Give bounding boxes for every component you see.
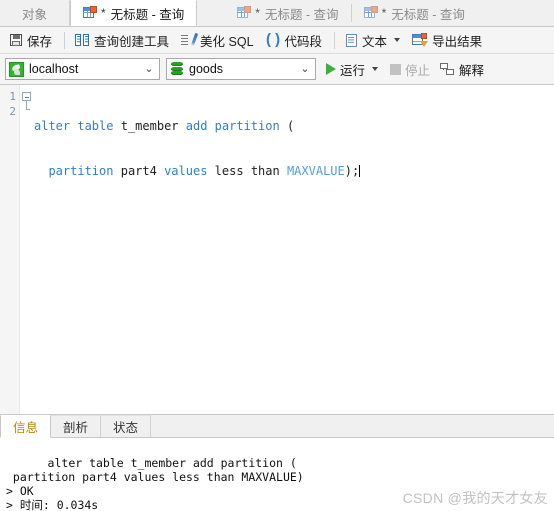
sql-paren-open: ( [286,119,295,133]
sql-keyword-partition: partition [48,164,114,178]
tab-status-label: 状态 [113,421,139,435]
text-document-icon [345,33,358,47]
sql-keyword-partition: partition [214,119,280,133]
fold-branch-icon [26,101,30,110]
code-snippet-label: 代码段 [284,34,323,49]
mysql-connection-icon [9,61,24,77]
toolbar-divider [64,31,66,49]
connection-select[interactable]: localhost ⌄ [5,58,160,80]
beautify-pen-icon [181,32,199,47]
sql-keyword-alter: alter [34,119,71,133]
tab-query-2[interactable]: * 无标题 - 查询 [225,0,351,26]
sql-editor[interactable]: 1 2 alter table t_member add partition (… [0,85,554,415]
save-button[interactable]: 保存 [4,30,59,50]
parentheses-icon: ( ) [265,31,281,48]
message-log-text: alter table t_member add partition ( par… [6,456,304,511]
tab-query-2-label: 无标题 - 查询 [264,7,339,22]
tab-query-1-label: 无标题 - 查询 [110,7,185,22]
code-snippet-button[interactable]: ( ) 代码段 [261,30,330,50]
export-result-icon [412,33,429,47]
text-mode-label: 文本 [362,34,388,49]
sql-keyword-less: less [214,164,244,178]
tab-query-3[interactable]: * 无标题 - 查询 [351,0,477,26]
beautify-sql-button[interactable]: 美化 SQL [176,30,261,50]
sql-keyword-add: add [185,119,208,133]
connection-toolbar: localhost ⌄ goods ⌄ 运行 停止 解释 [0,54,554,85]
tab-objects-label: 对象 [21,7,47,22]
stop-button: 停止 [386,58,434,81]
result-tab-bar: 信息 剖析 状态 [0,415,554,438]
tab-profile[interactable]: 剖析 [51,415,102,437]
tab-profile-label: 剖析 [63,421,89,435]
query-grid-icon [363,6,378,20]
query-grid-icon [237,6,252,20]
sql-statement-tail: ); [344,164,360,178]
connection-select-value: localhost [29,62,79,76]
explain-button[interactable]: 解释 [436,58,488,81]
watermark: CSDN @我的天才女友 [402,490,548,506]
query-editor-window: 对象 * 无标题 - 查询 * 无标题 - 查询 * 无标题 - 查询 保存 查… [0,0,554,511]
code-line-2: partition part4 values less than MAXVALU… [34,164,554,179]
query-builder-label: 查询创建工具 [94,34,170,49]
beautify-sql-label: 美化 SQL [200,34,254,49]
main-toolbar: 保存 查询创建工具 美化 SQL ( ) 代码段 文本 导出结果 [0,27,554,54]
database-select-value: goods [189,62,224,76]
run-button[interactable]: 运行 [322,58,382,81]
line-number: 1 [9,90,16,103]
fold-collapse-icon[interactable] [22,92,31,101]
line-number: 2 [9,105,16,118]
query-builder-icon [75,33,90,47]
tab-query-1[interactable]: * 无标题 - 查询 [70,0,198,26]
database-select[interactable]: goods ⌄ [166,58,316,80]
play-icon [326,63,336,75]
sql-identifier-table: t_member [120,119,179,133]
text-cursor [359,165,361,177]
run-button-label: 运行 [340,63,366,78]
chevron-down-icon[interactable]: ⌄ [297,63,313,75]
sql-literal-maxvalue: MAXVALUE [286,164,345,178]
result-panel: 信息 剖析 状态 alter table t_member add partit… [0,415,554,511]
text-mode-button[interactable]: 文本 [340,30,407,50]
save-button-label: 保存 [27,34,53,49]
chevron-down-icon[interactable] [372,67,379,71]
explain-button-label: 解释 [459,63,485,78]
tab-modified-marker: * [255,6,260,20]
line-number-gutter: 1 2 [0,85,20,414]
sql-keyword-than: than [250,164,280,178]
stop-square-icon [390,63,402,75]
tab-modified-marker: * [101,6,106,20]
toolbar-divider [334,31,336,49]
stop-button-label: 停止 [405,63,431,78]
query-grid-icon [83,6,97,20]
code-fold-gutter[interactable] [20,85,34,414]
code-line-1: alter table t_member add partition ( [34,119,554,134]
tab-message[interactable]: 信息 [0,415,52,438]
tab-status[interactable]: 状态 [101,415,152,437]
tab-message-label: 信息 [13,421,39,435]
export-result-label: 导出结果 [432,34,483,49]
query-builder-button[interactable]: 查询创建工具 [70,30,176,50]
sql-code-area[interactable]: alter table t_member add partition ( par… [34,85,554,414]
save-icon [9,33,23,47]
chevron-down-icon[interactable]: ⌄ [141,63,157,75]
sql-keyword-table: table [77,119,114,133]
message-log: alter table t_member add partition ( par… [0,438,554,511]
tab-modified-marker: * [381,6,387,20]
sql-identifier-partition-name: part4 [120,164,157,178]
chevron-down-icon[interactable] [394,38,401,42]
explain-plan-icon [440,62,455,76]
export-result-button[interactable]: 导出结果 [407,30,489,50]
database-icon [170,62,184,77]
tab-query-3-label: 无标题 - 查询 [391,7,465,22]
tab-objects[interactable]: 对象 [0,0,70,26]
editor-tab-bar: 对象 * 无标题 - 查询 * 无标题 - 查询 * 无标题 - 查询 [0,0,554,27]
sql-keyword-values: values [164,164,208,178]
